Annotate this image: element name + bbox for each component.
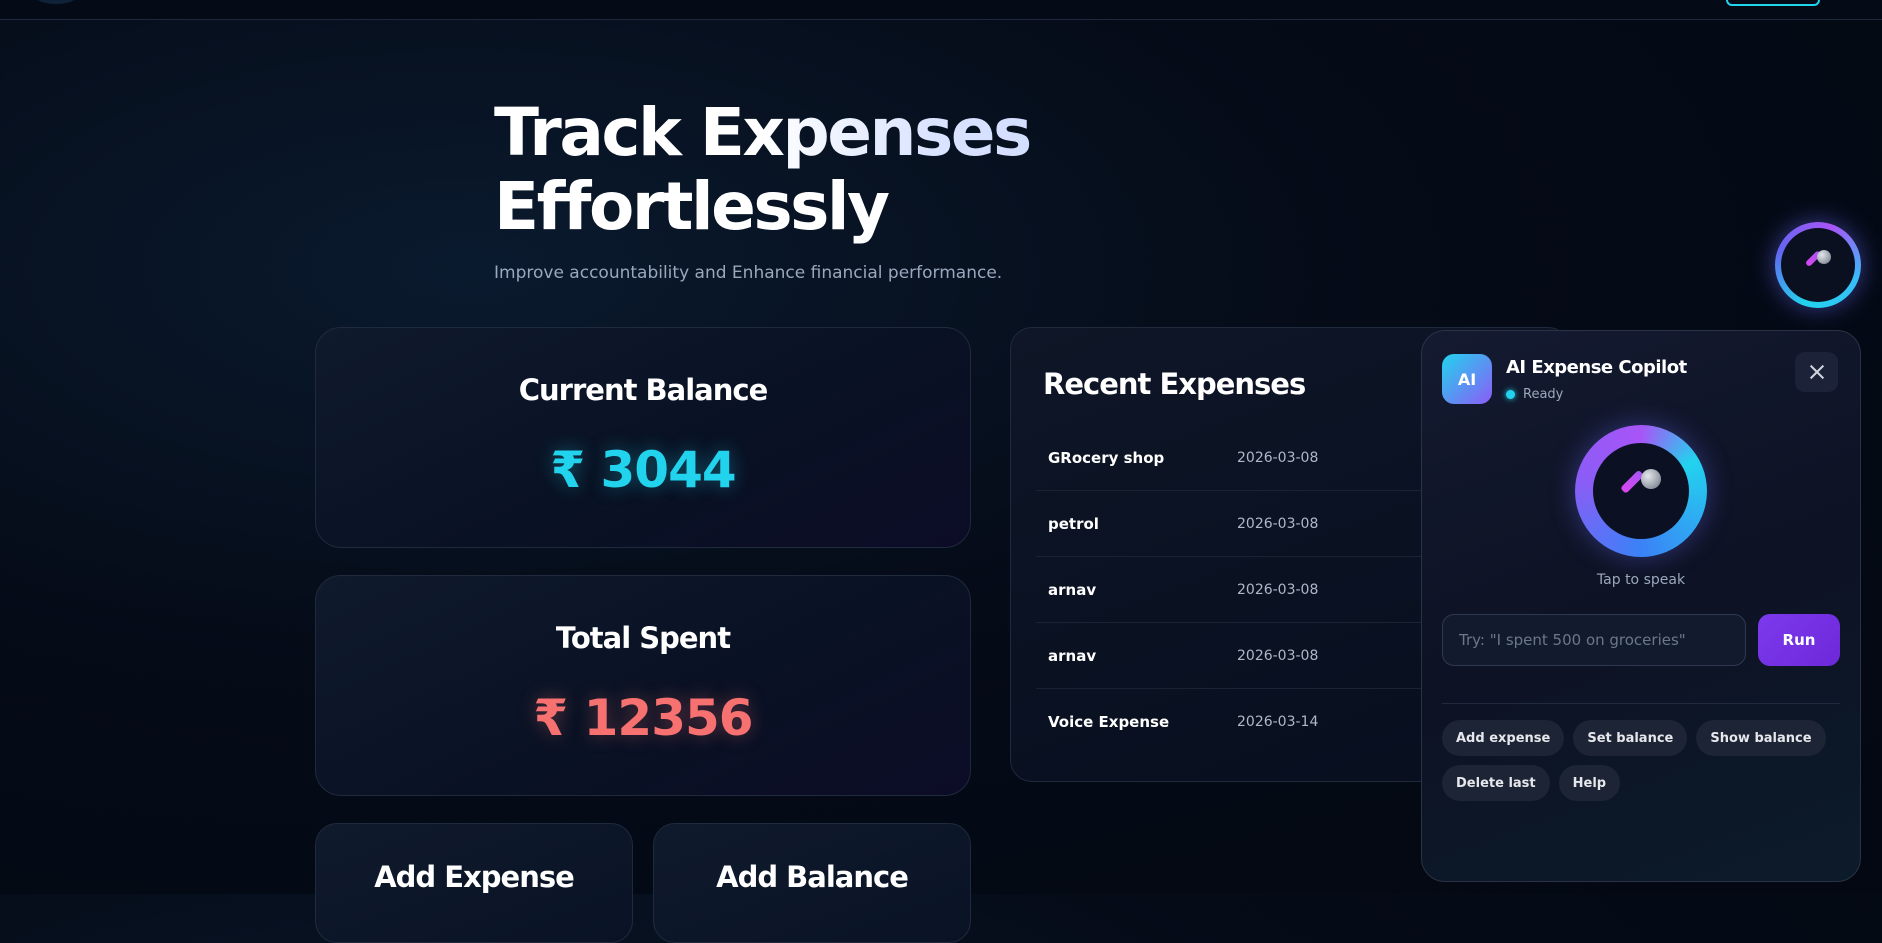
- hero-title: Track Expenses Effortlessly: [494, 96, 1194, 244]
- voice-assistant-toggle-inner: [1781, 228, 1855, 302]
- chip-set-balance[interactable]: Set balance: [1573, 720, 1688, 756]
- expense-date: 2026-03-08: [1225, 490, 1367, 557]
- ai-badge: AI: [1442, 354, 1492, 404]
- add-expense-card[interactable]: Add Expense: [315, 823, 633, 943]
- tap-to-speak-button[interactable]: [1575, 425, 1707, 557]
- close-icon: [1809, 364, 1825, 380]
- expense-date: 2026-03-08: [1225, 556, 1367, 623]
- current-balance-card: Current Balance ₹ 3044: [315, 327, 971, 548]
- status-dot-icon: [1506, 390, 1515, 399]
- quick-actions: Add expense Set balance Show balance Del…: [1442, 720, 1842, 801]
- chip-delete-last[interactable]: Delete last: [1442, 765, 1550, 801]
- tap-to-speak-label: Tap to speak: [1596, 572, 1686, 588]
- expense-name: Voice Expense: [1048, 712, 1170, 731]
- copilot-status-text: Ready: [1523, 387, 1564, 402]
- ai-copilot-panel: AI AI Expense Copilot Ready Tap to speak…: [1421, 330, 1861, 882]
- current-balance-value: ₹ 3044: [550, 441, 736, 499]
- add-balance-card[interactable]: Add Balance: [653, 823, 971, 943]
- tap-to-speak-inner: [1593, 443, 1689, 539]
- chip-help[interactable]: Help: [1558, 765, 1621, 801]
- logo[interactable]: [36, 0, 76, 4]
- copilot-status: Ready: [1506, 387, 1563, 402]
- expense-name: arnav: [1036, 556, 1225, 623]
- hero-title-line2: Effortlessly: [494, 168, 890, 245]
- chip-show-balance[interactable]: Show balance: [1696, 720, 1826, 756]
- hero-title-line1: Track Expenses: [494, 96, 1194, 170]
- expense-name: GRocery shop: [1036, 425, 1225, 491]
- expense-date: 2026-03-08: [1225, 622, 1367, 689]
- add-balance-label: Add Balance: [716, 860, 909, 894]
- expense-name: arnav: [1036, 622, 1225, 689]
- voice-assistant-toggle-button[interactable]: [1775, 222, 1861, 308]
- microphone-icon: [1619, 469, 1663, 513]
- copilot-title: AI Expense Copilot: [1506, 357, 1687, 378]
- nav-button[interactable]: [1726, 0, 1820, 6]
- total-spent-card: Total Spent ₹ 12356: [315, 575, 971, 796]
- recent-expenses-title: Recent Expenses: [1043, 367, 1306, 401]
- add-expense-label: Add Expense: [374, 860, 575, 894]
- expense-name: petrol: [1036, 490, 1225, 557]
- total-spent-label: Total Spent: [555, 621, 731, 655]
- run-button[interactable]: Run: [1758, 614, 1840, 666]
- microphone-icon: [1803, 250, 1833, 280]
- top-navbar: [0, 0, 1882, 20]
- divider: [1442, 703, 1840, 704]
- chip-add-expense[interactable]: Add expense: [1442, 720, 1565, 756]
- current-balance-label: Current Balance: [518, 373, 769, 407]
- close-copilot-button[interactable]: [1795, 352, 1838, 392]
- expense-date: 2026-03-14: [1237, 713, 1319, 730]
- hero-subtitle: Improve accountability and Enhance finan…: [494, 263, 1003, 283]
- expense-date: 2026-03-08: [1225, 425, 1367, 491]
- total-spent-value: ₹ 12356: [533, 689, 753, 747]
- command-input[interactable]: [1442, 614, 1746, 666]
